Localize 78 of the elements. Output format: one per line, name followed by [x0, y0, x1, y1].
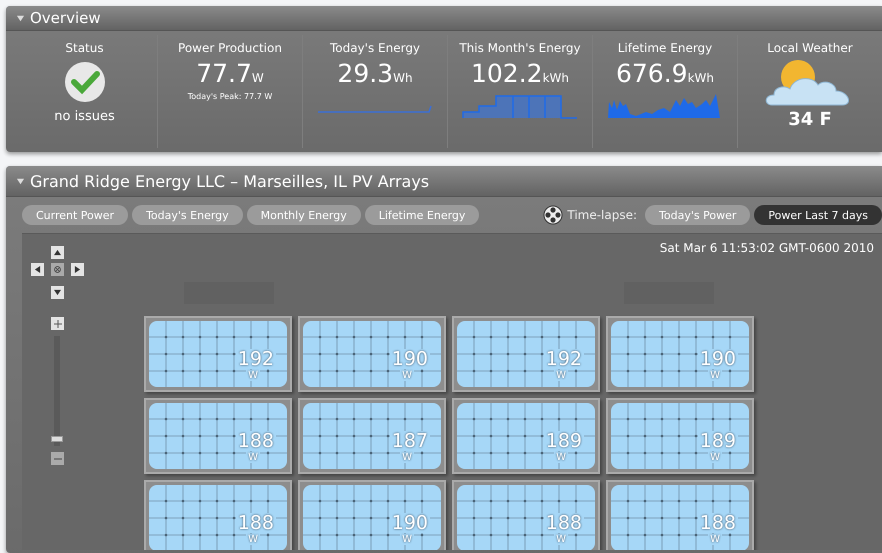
panel-power: 188: [544, 513, 584, 533]
column-title: This Month's Energy: [459, 41, 581, 55]
solar-panel[interactable]: 190 W: [298, 316, 446, 392]
reading-value: 102.2 kWh: [471, 59, 569, 88]
pan-left-button[interactable]: [31, 263, 44, 276]
timestamp: Sat Mar 6 11:53:02 GMT-0600 2010: [660, 241, 874, 255]
panel-unit: W: [246, 534, 260, 545]
up-arrow-icon: [54, 249, 61, 256]
plus-icon: [54, 320, 62, 328]
left-arrow-icon: [34, 266, 41, 273]
panel-unit: W: [708, 534, 722, 545]
pan-right-button[interactable]: [71, 263, 84, 276]
panel-unit: W: [554, 452, 568, 463]
solar-panel[interactable]: 192 W: [144, 316, 292, 392]
view-tab[interactable]: Monthly Energy: [246, 205, 361, 225]
disclosure-triangle-icon[interactable]: [16, 14, 25, 22]
panel-unit: W: [554, 534, 568, 545]
panel-power: 189: [698, 431, 738, 451]
view-tab[interactable]: Today's Energy: [132, 205, 243, 225]
solar-panel[interactable]: 192 W: [452, 316, 600, 392]
panel-unit: W: [400, 534, 414, 545]
down-arrow-icon: [54, 289, 61, 296]
panel-power: 190: [390, 513, 430, 533]
panel-power: 190: [698, 349, 738, 369]
reading-value: 676.9 kWh: [616, 59, 714, 88]
column-title: Today's Energy: [330, 41, 420, 55]
solar-panel[interactable]: 187 W: [298, 398, 446, 474]
zoom-in-button[interactable]: [51, 317, 64, 330]
column-title: Local Weather: [767, 41, 853, 55]
right-arrow-icon: [74, 266, 81, 273]
panel-power: 192: [236, 349, 276, 369]
peak-note: Today's Peak: 77.7 W: [188, 92, 272, 101]
reading-value: 29.3 Wh: [337, 59, 413, 88]
panel-title: Overview: [30, 9, 101, 27]
pan-center-button[interactable]: [51, 263, 64, 276]
solar-panel[interactable]: 190 W: [606, 316, 754, 392]
film-reel-icon: [543, 205, 564, 225]
zoom-slider[interactable]: [54, 336, 60, 446]
solar-panel[interactable]: 189 W: [452, 398, 600, 474]
solar-panel[interactable]: 189 W: [606, 398, 754, 474]
column-title: Lifetime Energy: [618, 41, 712, 55]
panel-power: 188: [698, 513, 738, 533]
zoom-thumb[interactable]: [51, 436, 63, 442]
column-title: Power Production: [178, 41, 282, 55]
zoom-out-button[interactable]: [51, 452, 64, 465]
panel-unit: W: [246, 452, 260, 463]
view-tab[interactable]: Lifetime Energy: [364, 205, 480, 225]
timelapse-tab[interactable]: Power Last 7 days: [754, 205, 882, 225]
pan-down-button[interactable]: [51, 286, 64, 299]
panel-power: 189: [544, 431, 584, 451]
center-icon: [54, 266, 61, 273]
disclosure-triangle-icon[interactable]: [16, 176, 25, 186]
solar-panel[interactable]: 188 W: [144, 398, 292, 474]
panel-power: 187: [390, 431, 430, 451]
panel-unit: W: [246, 370, 260, 381]
view-tab[interactable]: Current Power: [22, 205, 128, 225]
checkmark-icon: [64, 61, 106, 103]
panel-title: Grand Ridge Energy LLC – Marseilles, IL PV Arrays: [30, 172, 430, 190]
panel-power: 188: [236, 431, 276, 451]
timelapse-label: Time-lapse:: [567, 208, 638, 222]
solar-panel[interactable]: 188 W: [452, 480, 600, 550]
panel-unit: W: [708, 452, 722, 463]
temperature: 34 F: [788, 109, 832, 130]
solar-panel[interactable]: 188 W: [144, 480, 292, 550]
pan-up-button[interactable]: [51, 246, 64, 259]
status-text: no issues: [54, 109, 115, 124]
panel-unit: W: [400, 452, 414, 463]
panel-unit: W: [708, 370, 722, 381]
timelapse-tab[interactable]: Today's Power: [645, 205, 750, 225]
solar-panel[interactable]: 188 W: [606, 480, 754, 550]
panel-unit: W: [400, 370, 414, 381]
panel-power: 190: [390, 349, 430, 369]
panel-unit: W: [554, 370, 568, 381]
column-title: Status: [65, 41, 104, 55]
reading-value: 77.7W: [196, 59, 264, 88]
panel-power: 188: [236, 513, 276, 533]
solar-panel[interactable]: 190 W: [298, 480, 446, 550]
panel-power: 192: [544, 349, 584, 369]
